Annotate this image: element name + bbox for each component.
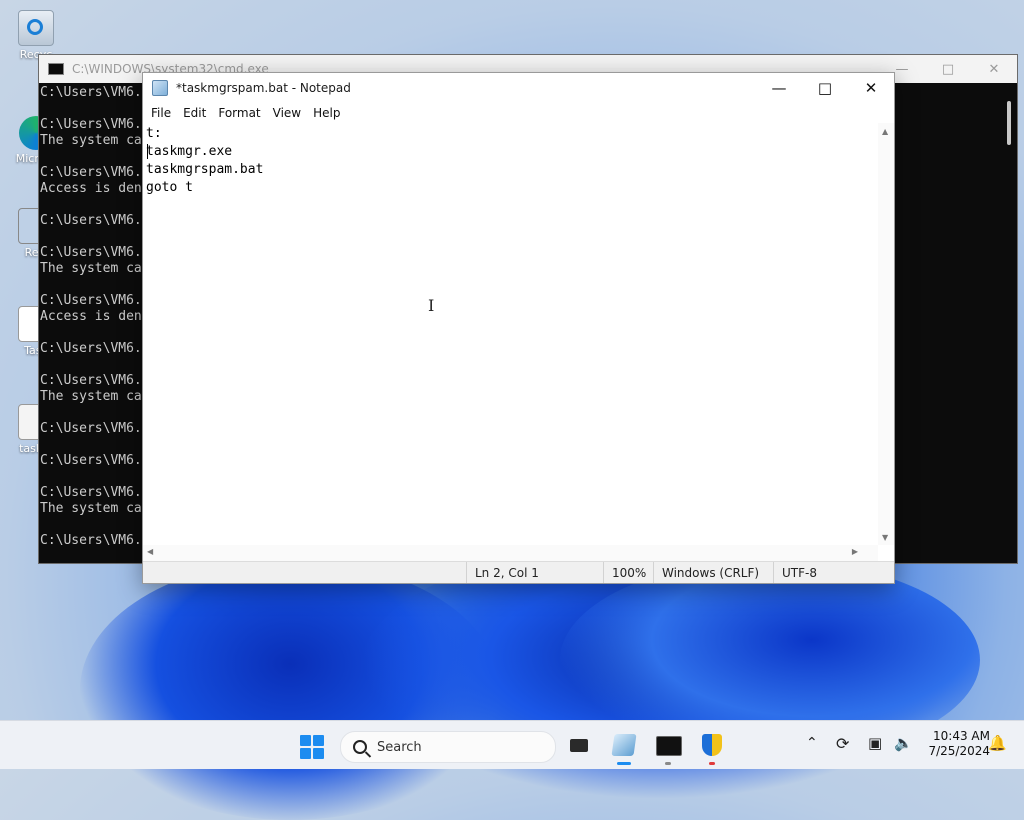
notepad-icon [152,80,168,96]
recycle-bin-icon [18,10,54,46]
system-clock[interactable]: 10:43 AM 7/25/2024 [928,729,990,759]
taskbar-cmd[interactable] [654,731,682,765]
notepad-title: *taskmgrspam.bat - Notepad [176,81,351,95]
task-view-button[interactable] [566,731,594,759]
start-button[interactable] [300,735,324,759]
monitor-icon[interactable]: ▣ [868,734,882,752]
cmd-icon [48,63,64,75]
terminal-icon [656,736,682,756]
status-bar: Ln 2, Col 1 100% Windows (CRLF) UTF-8 [143,561,894,583]
status-encoding: UTF-8 [773,562,894,583]
cmd-scrollbar-thumb[interactable] [1007,101,1011,145]
maximize-icon[interactable]: □ [925,55,971,83]
notification-bell-icon[interactable]: 🔔 [988,734,1007,752]
search-placeholder: Search [377,739,422,755]
menu-help[interactable]: Help [307,106,346,120]
windows-logo-icon [300,735,311,746]
notepad-window[interactable]: *taskmgrspam.bat - Notepad — □ ✕ File Ed… [142,72,895,584]
taskbar-search[interactable]: Search [340,731,556,763]
menu-format[interactable]: Format [212,106,266,120]
taskbar: Search ⌃ ⟳ ▣ 🔈 10:43 AM 7/25/2024 🔔 [0,720,1024,769]
close-icon[interactable]: ✕ [848,73,894,103]
minimize-icon[interactable]: — [756,73,802,103]
running-indicator [665,762,671,765]
task-view-icon [570,739,588,752]
running-indicator [709,762,715,765]
menu-view[interactable]: View [267,106,307,120]
close-icon[interactable]: ✕ [971,55,1017,83]
chevron-up-icon[interactable]: ⌃ [806,735,818,751]
maximize-icon[interactable]: □ [802,73,848,103]
windows-logo-icon [313,735,324,746]
shield-icon [702,734,722,756]
taskbar-security[interactable] [698,731,726,765]
cmd-scrollbar[interactable] [999,83,1017,563]
windows-logo-icon [300,748,311,759]
clock-date: 7/25/2024 [928,744,990,758]
taskbar-notepad[interactable] [610,731,638,765]
menu-bar: File Edit Format View Help [143,103,894,123]
status-zoom: 100% [603,562,653,583]
active-indicator [617,762,631,765]
scroll-down-icon[interactable]: ▼ [882,533,888,542]
notepad-icon [611,734,637,756]
clock-time: 10:43 AM [933,729,990,743]
scroll-right-icon[interactable]: ▶ [852,547,858,556]
windows-logo-icon [313,748,324,759]
vertical-scrollbar[interactable]: ▲ ▼ [878,123,894,545]
speaker-muted-icon[interactable]: 🔈 [894,734,913,752]
text-caret [147,144,148,159]
sync-icon[interactable]: ⟳ [836,734,849,753]
status-line-ending: Windows (CRLF) [653,562,773,583]
notepad-titlebar[interactable]: *taskmgrspam.bat - Notepad — □ ✕ [143,73,894,103]
ibeam-cursor-icon: I [428,296,435,315]
status-position: Ln 2, Col 1 [466,562,603,583]
search-icon [353,740,367,754]
horizontal-scrollbar[interactable]: ◀ ▶ [143,545,878,561]
scroll-left-icon[interactable]: ◀ [147,547,153,556]
menu-edit[interactable]: Edit [177,106,212,120]
menu-file[interactable]: File [145,106,177,120]
scroll-up-icon[interactable]: ▲ [882,127,888,136]
text-editor[interactable]: t: taskmgr.exe taskmgrspam.bat goto t [143,123,878,545]
